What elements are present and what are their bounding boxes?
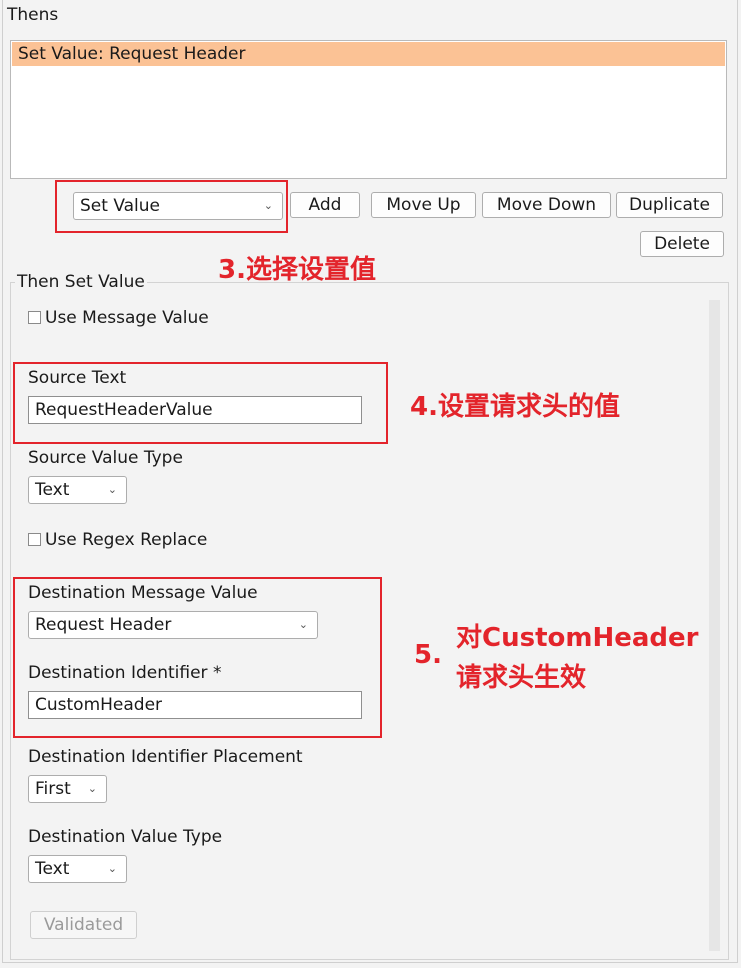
use-message-value-checkbox[interactable] bbox=[28, 311, 41, 324]
chevron-down-icon: ⌄ bbox=[87, 782, 97, 795]
destination-value-type-label: Destination Value Type bbox=[28, 827, 223, 847]
then-set-value-title: Then Set Value bbox=[15, 272, 147, 292]
annotation-step3: 3.选择设置值 bbox=[218, 255, 376, 285]
destination-identifier-placement-select[interactable]: First ⌄ bbox=[28, 775, 107, 803]
move-down-button[interactable]: Move Down bbox=[482, 192, 611, 218]
use-message-value-label: Use Message Value bbox=[45, 308, 209, 328]
annotation-step5-number: 5. bbox=[414, 640, 442, 670]
source-value-type-value: Text bbox=[35, 480, 70, 500]
list-item[interactable]: Set Value: Request Header bbox=[12, 42, 725, 66]
use-regex-replace-label: Use Regex Replace bbox=[45, 530, 208, 550]
use-regex-replace-checkbox[interactable] bbox=[28, 533, 41, 546]
delete-button[interactable]: Delete bbox=[640, 231, 724, 257]
duplicate-button[interactable]: Duplicate bbox=[616, 192, 723, 218]
destination-identifier-placement-label: Destination Identifier Placement bbox=[28, 747, 303, 767]
highlight-box-step4 bbox=[13, 362, 388, 444]
scrollbar[interactable] bbox=[709, 300, 720, 951]
thens-list[interactable]: Set Value: Request Header bbox=[10, 40, 727, 179]
highlight-box-step3 bbox=[55, 180, 288, 233]
chevron-down-icon: ⌄ bbox=[107, 862, 117, 875]
source-value-type-select[interactable]: Text ⌄ bbox=[28, 476, 127, 504]
annotation-step4: 4.设置请求头的值 bbox=[410, 392, 620, 422]
annotation-step5-line2: 请求头生效 bbox=[456, 663, 587, 693]
chevron-down-icon: ⌄ bbox=[107, 483, 117, 496]
annotation-step5-line1: 对CustomHeader bbox=[456, 623, 699, 653]
add-button[interactable]: Add bbox=[290, 192, 360, 218]
destination-identifier-placement-value: First bbox=[35, 779, 71, 799]
validated-button[interactable]: Validated bbox=[30, 911, 137, 939]
highlight-box-step5 bbox=[13, 577, 382, 738]
destination-value-type-value: Text bbox=[35, 859, 70, 879]
source-value-type-label: Source Value Type bbox=[28, 448, 183, 468]
destination-value-type-select[interactable]: Text ⌄ bbox=[28, 855, 127, 883]
thens-title: Thens bbox=[7, 5, 59, 25]
move-up-button[interactable]: Move Up bbox=[371, 192, 476, 218]
